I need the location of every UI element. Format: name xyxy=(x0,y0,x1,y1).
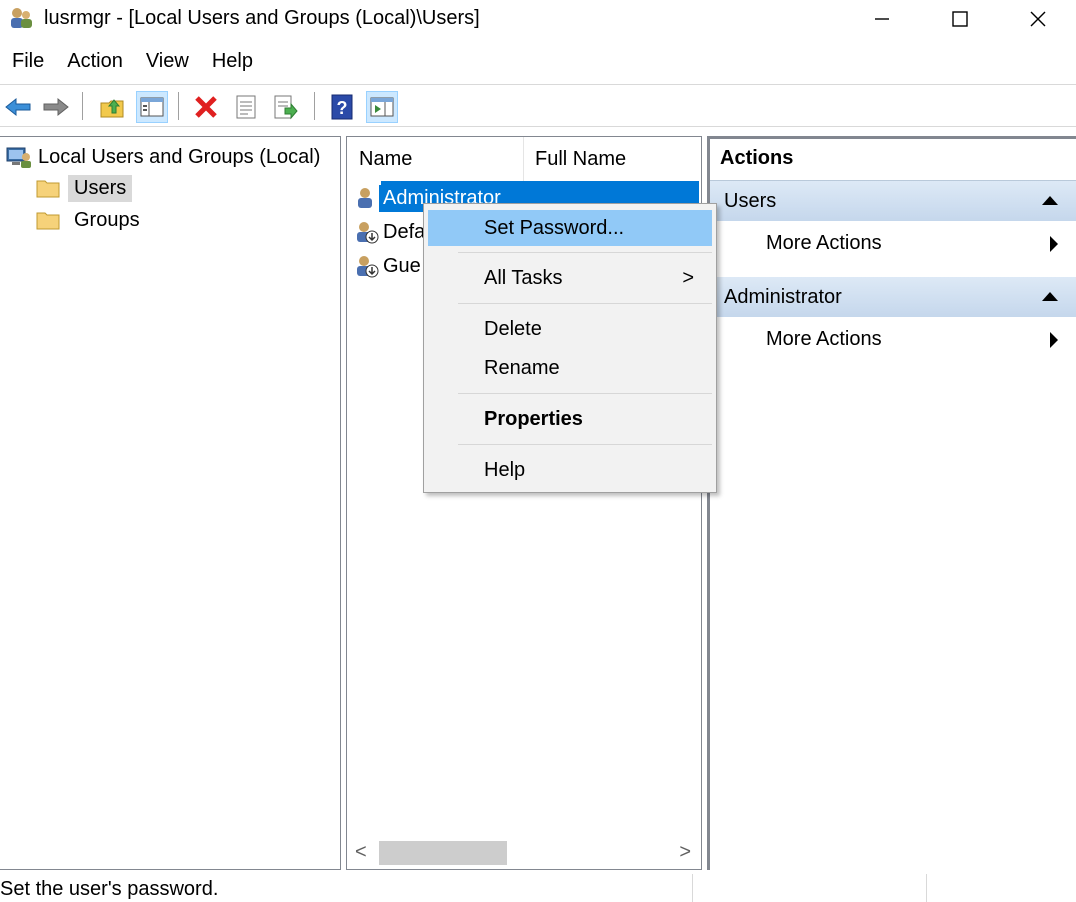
column-full-name-label: Full Name xyxy=(535,147,627,170)
menu-help[interactable]: Help xyxy=(200,46,264,80)
actions-header: Actions xyxy=(710,139,1076,181)
scroll-thumb[interactable] xyxy=(379,841,507,865)
show-hide-action-pane-button[interactable] xyxy=(366,91,398,123)
context-menu-separator xyxy=(458,303,712,304)
tree-item-users[interactable]: Users xyxy=(36,173,133,203)
forward-button[interactable] xyxy=(40,91,72,123)
status-divider xyxy=(926,874,927,902)
show-hide-tree-button[interactable] xyxy=(136,91,168,123)
status-bar: Set the user's password. xyxy=(0,872,1076,902)
help-icon: ? xyxy=(331,94,353,120)
tree-item-groups-label: Groups xyxy=(74,208,140,231)
context-menu-delete[interactable]: Delete xyxy=(428,311,712,347)
more-actions-label: More Actions xyxy=(766,327,882,350)
scroll-left-button[interactable]: < xyxy=(355,841,367,864)
actions-pane: Actions Users More Actions Administrator… xyxy=(707,136,1076,870)
users-app-icon xyxy=(11,8,32,28)
menu-action[interactable]: Action xyxy=(55,46,134,80)
menu-bar: File Action View Help xyxy=(0,46,264,80)
submenu-arrow-icon xyxy=(1050,236,1058,252)
actions-section-users-label: Users xyxy=(724,189,777,212)
folder-icon xyxy=(36,180,60,198)
close-button[interactable] xyxy=(998,0,1076,38)
status-divider xyxy=(692,874,693,902)
context-menu-label: Delete xyxy=(484,317,542,340)
disabled-user-icon xyxy=(357,256,379,278)
computer-users-icon xyxy=(6,147,31,168)
column-name-label: Name xyxy=(359,147,413,170)
back-arrow-icon xyxy=(5,97,31,117)
list-item-label: Defa xyxy=(383,220,426,243)
context-menu-separator xyxy=(458,252,712,253)
actions-more-actions-administrator[interactable]: More Actions xyxy=(766,319,1076,359)
submenu-arrow-icon xyxy=(1050,332,1058,348)
tree-root-label: Local Users and Groups (Local) xyxy=(38,145,321,168)
context-menu-label: Set Password... xyxy=(484,216,625,239)
actions-section-users[interactable]: Users xyxy=(710,181,1076,221)
context-menu-label: All Tasks xyxy=(484,266,563,289)
delete-button[interactable] xyxy=(190,91,222,123)
context-menu-properties[interactable]: Properties xyxy=(428,401,712,437)
menu-divider xyxy=(0,84,1076,85)
context-menu: Set Password... All Tasks > Delete Renam… xyxy=(423,203,717,493)
collapse-arrow-icon[interactable] xyxy=(1042,292,1058,301)
svg-text:?: ? xyxy=(337,98,348,118)
toolbar-separator xyxy=(314,92,315,120)
list-item-defaultaccount[interactable]: Defa xyxy=(355,217,429,247)
minimize-button[interactable] xyxy=(842,0,922,38)
tree-item-users-label: Users xyxy=(68,174,133,202)
context-menu-separator xyxy=(458,393,712,394)
column-header-full-name[interactable]: Full Name xyxy=(535,137,695,181)
up-folder-icon xyxy=(100,99,124,118)
submenu-chevron-icon: > xyxy=(682,266,694,289)
column-divider[interactable] xyxy=(523,137,524,181)
context-menu-label: Rename xyxy=(484,356,560,379)
toolbar: ? xyxy=(0,88,1076,126)
back-button[interactable] xyxy=(2,91,34,123)
context-menu-label: Properties xyxy=(484,407,583,430)
column-header-name[interactable]: Name xyxy=(359,137,519,181)
console-tree: Local Users and Groups (Local) Users Gro… xyxy=(0,136,341,870)
list-item-guest[interactable]: Gue xyxy=(355,251,425,281)
tree-item-groups[interactable]: Groups xyxy=(36,205,146,235)
horizontal-scrollbar[interactable]: < > xyxy=(347,837,701,869)
context-menu-help[interactable]: Help xyxy=(428,452,712,488)
title-bar: lusrmgr - [Local Users and Groups (Local… xyxy=(0,0,1076,38)
help-button[interactable]: ? xyxy=(326,91,358,123)
menu-file[interactable]: File xyxy=(0,46,55,80)
actions-section-administrator[interactable]: Administrator xyxy=(710,277,1076,317)
context-menu-all-tasks[interactable]: All Tasks > xyxy=(428,260,712,296)
more-actions-label: More Actions xyxy=(766,231,882,254)
toolbar-separator xyxy=(82,92,83,120)
tree-root[interactable]: Local Users and Groups (Local) xyxy=(6,142,326,172)
context-menu-set-password[interactable]: Set Password... xyxy=(428,210,712,246)
export-list-icon xyxy=(274,95,298,120)
export-list-button[interactable] xyxy=(270,91,302,123)
delete-icon xyxy=(195,96,217,118)
properties-button[interactable] xyxy=(230,91,262,123)
actions-section-administrator-label: Administrator xyxy=(724,285,842,308)
show-hide-action-pane-icon xyxy=(370,97,394,117)
up-one-level-button[interactable] xyxy=(96,91,128,123)
menu-view[interactable]: View xyxy=(134,46,200,80)
context-menu-label: Help xyxy=(484,458,526,481)
list-item-label: Gue xyxy=(383,254,421,277)
maximize-button[interactable] xyxy=(920,0,1000,38)
forward-arrow-icon xyxy=(43,97,69,117)
user-icon xyxy=(358,188,372,208)
toolbar-divider xyxy=(0,126,1076,127)
toolbar-separator xyxy=(178,92,179,120)
properties-icon xyxy=(236,95,256,119)
scroll-right-button[interactable]: > xyxy=(679,841,691,864)
context-menu-separator xyxy=(458,444,712,445)
window-title: lusrmgr - [Local Users and Groups (Local… xyxy=(44,7,480,29)
folder-icon xyxy=(36,212,60,230)
context-menu-rename[interactable]: Rename xyxy=(428,350,712,386)
disabled-user-icon xyxy=(357,222,379,244)
actions-more-actions-users[interactable]: More Actions xyxy=(766,223,1076,263)
show-hide-tree-icon xyxy=(140,97,164,117)
status-text: Set the user's password. xyxy=(0,878,219,900)
collapse-arrow-icon[interactable] xyxy=(1042,196,1058,205)
